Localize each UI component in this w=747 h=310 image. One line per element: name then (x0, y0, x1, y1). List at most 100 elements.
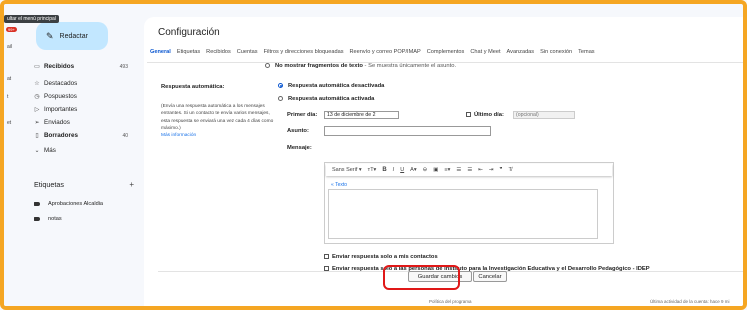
important-icon: ▷ (34, 107, 40, 113)
link-icon[interactable]: ⊖ (423, 167, 428, 173)
pencil-icon: ✎ (46, 30, 54, 41)
bold-icon[interactable]: B (382, 167, 386, 173)
autoreply-on-option[interactable]: Respuesta automática activada (278, 96, 374, 102)
autoreply-description: (Envía una respuesta automática a los me… (161, 103, 279, 139)
label-name: Aprobaciones Alcaldia (48, 201, 104, 207)
icon-rail: ultar el menú principal 99+ ail at t et (4, 4, 59, 306)
tab-3[interactable]: Cuentas (234, 49, 261, 61)
snippets-option[interactable]: No mostrar fragmentos de texto - Se mues… (265, 63, 456, 69)
quote-icon[interactable]: ❞ (500, 167, 503, 173)
sidebar-item-más[interactable]: ⌄ Más (30, 144, 134, 157)
autoreply-description-text: (Envía una respuesta automática a los me… (161, 104, 274, 131)
compose-button[interactable]: ✎ Redactar (36, 22, 108, 50)
message-body[interactable]: « Texto (328, 182, 606, 240)
save-highlight-annotation (383, 265, 460, 290)
sidebar-item-label: Recibidos (44, 63, 75, 70)
inbox-icon: ▭ (34, 64, 40, 70)
sidebar-item-count: 493 (119, 63, 128, 70)
send-icon: ➢ (34, 120, 40, 126)
program-policy-link[interactable]: Política del programa (429, 299, 472, 304)
image-icon[interactable]: ▣ (433, 167, 438, 173)
align-icon[interactable]: ≡▾ (444, 167, 450, 173)
rail-item-chat[interactable]: at (7, 76, 21, 82)
tab-6[interactable]: Complementos (424, 49, 468, 61)
clock-icon: ◷ (34, 94, 40, 100)
tab-10[interactable]: Temas (575, 49, 597, 61)
last-day-input[interactable]: (opcional) (513, 111, 575, 119)
font-select[interactable]: Sans Serif ▾ (332, 167, 362, 173)
last-day-checkbox[interactable] (466, 112, 471, 117)
sidebar-item-label: Borradores (44, 132, 78, 139)
sidebar-item-label: Enviados (44, 119, 70, 126)
page-title: Configuración (158, 27, 220, 38)
settings-tabs: General Etiquetas Recibidos Cuentas Filtros … (147, 49, 743, 61)
italic-icon[interactable]: I (393, 167, 395, 173)
underline-icon[interactable]: U (400, 167, 404, 173)
numbered-list-icon[interactable]: ☰ (456, 167, 461, 173)
message-editor: Sans Serif ▾ тT▾ B I U A▾ ⊖ ▣ ≡▾ ☰ ☰ ⇤ ⇥… (324, 162, 614, 244)
autoreply-off-label: Respuesta automática desactivada (288, 83, 385, 90)
autoreply-off-radio[interactable] (278, 83, 283, 88)
font-size-icon[interactable]: тT▾ (368, 167, 377, 173)
labels-heading: Etiquetas (34, 180, 64, 189)
autoreply-on-label: Respuesta automática activada (288, 96, 375, 103)
rail-item-spaces[interactable]: t (7, 94, 21, 100)
tab-0[interactable]: General (147, 49, 174, 61)
compose-label: Redactar (59, 32, 88, 40)
sidebar-item-count: 40 (122, 132, 128, 139)
label-name: notas (48, 216, 62, 222)
first-day-label: Primer día: (287, 112, 318, 118)
tab-1[interactable]: Etiquetas (174, 49, 203, 61)
format-toolbar: Sans Serif ▾ тT▾ B I U A▾ ⊖ ▣ ≡▾ ☰ ☰ ⇤ ⇥… (326, 164, 612, 176)
sidebar-item-destacados[interactable]: ☆ Destacados (30, 77, 134, 90)
font-name: Sans Serif (332, 167, 358, 173)
subject-input[interactable] (324, 126, 491, 136)
remove-format-icon[interactable]: T̸ (508, 167, 511, 173)
rail-item-mail[interactable]: ail (7, 44, 21, 50)
tab-8[interactable]: Avanzadas (504, 49, 538, 61)
snippets-radio[interactable] (265, 63, 270, 68)
indent-less-icon[interactable]: ⇤ (478, 167, 483, 173)
sidebar-item-pospuestos[interactable]: ◷ Pospuestos (30, 90, 134, 103)
sidebar-item-borradores[interactable]: ▯ Borradores 40 (30, 129, 134, 142)
cancel-button[interactable]: Cancelar (473, 271, 507, 282)
label-item[interactable]: Aprobaciones Alcaldia (34, 201, 138, 207)
sidebar-item-importantes[interactable]: ▷ Importantes (30, 103, 134, 116)
label-icon (34, 217, 40, 221)
tab-9[interactable]: Sin conexión (537, 49, 575, 61)
sidebar-item-recibidos[interactable]: ▭ Recibidos 493 (30, 60, 134, 73)
contacts-only-option[interactable]: Enviar respuesta solo a mis contactos (324, 254, 438, 260)
sidebar: ✎ Redactar ▭ Recibidos 493 ☆ Destacados ◷ Posp… (26, 4, 138, 306)
first-day-input[interactable]: 13 de diciembre de 2 (324, 111, 399, 119)
sidebar-item-label: Importantes (44, 106, 78, 113)
tab-5[interactable]: Reenvío y correo POP/IMAP (347, 49, 424, 61)
tab-4[interactable]: Filtros y direcciones bloqueadas (261, 49, 347, 61)
snippets-option-label: No mostrar fragmentos de texto (275, 63, 363, 70)
sidebar-item-enviados[interactable]: ➢ Enviados (30, 116, 134, 129)
last-day-label: Último día: (474, 112, 504, 119)
autoreply-heading: Respuesta automática: (161, 84, 225, 90)
rail-item-meet[interactable]: et (7, 120, 21, 126)
more-info-link[interactable]: Más información (161, 133, 196, 138)
tab-2[interactable]: Recibidos (203, 49, 234, 61)
rich-text-toggle[interactable]: « Texto (331, 182, 606, 188)
contacts-only-checkbox[interactable] (324, 254, 329, 259)
mail-count-badge: 99+ (6, 27, 17, 32)
draft-icon: ▯ (35, 133, 39, 139)
labels-header: Etiquetas + (34, 180, 134, 189)
last-day-option[interactable]: Último día: (466, 112, 504, 118)
contacts-only-label: Enviar respuesta solo a mis contactos (332, 254, 438, 261)
chevron-down-icon: ⌄ (34, 148, 40, 154)
message-label: Mensaje: (287, 145, 312, 151)
label-item[interactable]: notas (34, 216, 138, 222)
autoreply-off-option[interactable]: Respuesta automática desactivada (278, 83, 384, 89)
bulleted-list-icon[interactable]: ☰ (467, 167, 472, 173)
last-activity-text: Última actividad de la cuenta: hace 9 mi (650, 299, 730, 304)
autoreply-on-radio[interactable] (278, 96, 283, 101)
message-textbox[interactable] (328, 189, 598, 239)
add-label-button[interactable]: + (129, 180, 134, 189)
indent-more-icon[interactable]: ⇥ (489, 167, 494, 173)
snippets-option-desc: - Se muestra únicamente el asunto. (362, 63, 457, 70)
tab-7[interactable]: Chat y Meet (467, 49, 503, 61)
text-color-icon[interactable]: A▾ (410, 167, 416, 173)
